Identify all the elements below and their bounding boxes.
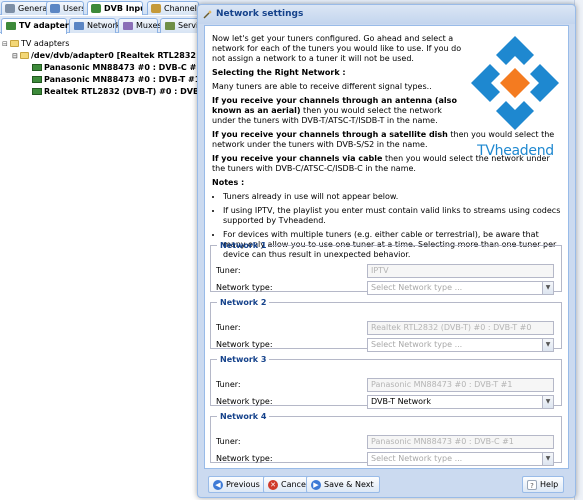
- services-icon: [165, 22, 175, 30]
- network-icon: [74, 22, 84, 30]
- collapse-icon[interactable]: ⊟: [12, 50, 20, 62]
- channel-icon: [151, 4, 161, 13]
- note-item: Tuners already in use will not appear be…: [223, 192, 562, 202]
- tuner-icon: [32, 64, 42, 71]
- tab-services[interactable]: Services: [160, 18, 212, 33]
- tuner-icon: [32, 76, 42, 83]
- save-next-button[interactable]: ▶ Save & Next: [306, 476, 380, 493]
- tab-channel-epg[interactable]: Channel / EPG: [147, 1, 199, 15]
- network-type-select[interactable]: Select Network type ... ▼: [367, 452, 554, 466]
- network-type-select[interactable]: Select Network type ... ▼: [367, 338, 554, 352]
- tuner-label: Tuner:: [216, 437, 241, 446]
- network-type-select[interactable]: DVB-T Network ▼: [367, 395, 554, 409]
- gear-icon: [5, 4, 15, 13]
- collapse-icon[interactable]: ⊟: [2, 38, 10, 50]
- window-title: Network settings: [216, 9, 304, 19]
- chevron-down-icon[interactable]: ▼: [542, 396, 553, 408]
- tab-muxes[interactable]: Muxes: [118, 18, 162, 33]
- folder-icon: [10, 40, 19, 47]
- tree-tuner[interactable]: Panasonic MN88473 #0 : DVB-C #1: [32, 62, 202, 74]
- wizard-button-bar: ◀ Previous ✕ Cancel ▶ Save & Next ? Help: [198, 475, 575, 497]
- help-text: Now let's get your tuners configured. Go…: [212, 34, 562, 264]
- wand-icon: [203, 10, 212, 19]
- network-3-group: Network 3 Tuner: Panasonic MN88473 #0 : …: [210, 355, 562, 409]
- network-1-group: Network 1 Tuner: IPTV Network type: Sele…: [210, 241, 562, 295]
- chevron-down-icon[interactable]: ▼: [542, 282, 553, 294]
- signal-types-text: Many tuners are able to receive differen…: [212, 82, 432, 91]
- help-icon: ?: [527, 480, 537, 490]
- tab-tv-adapters[interactable]: TV adapters: [1, 18, 74, 34]
- network-legend: Network 3: [220, 355, 267, 364]
- tuner-field: Panasonic MN88473 #0 : DVB-T #1: [367, 378, 554, 392]
- chevron-down-icon[interactable]: ▼: [542, 453, 553, 465]
- network-legend: Network 2: [220, 298, 267, 307]
- tab-dvb-inputs[interactable]: DVB Inputs: [87, 1, 143, 15]
- tree-root[interactable]: ⊟ TV adapters: [2, 38, 69, 50]
- wizard-body: TVheadend Now let's get your tuners conf…: [204, 25, 569, 469]
- tab-users[interactable]: Users: [46, 1, 84, 15]
- folder-icon: [20, 52, 29, 59]
- network-legend: Network 4: [220, 412, 267, 421]
- cancel-icon: ✕: [268, 480, 278, 490]
- network-type-label: Network type:: [216, 454, 273, 463]
- adapter-icon: [6, 22, 16, 30]
- tuner-label: Tuner:: [216, 266, 241, 275]
- window-title-bar[interactable]: Network settings: [198, 5, 575, 24]
- previous-button[interactable]: ◀ Previous: [208, 476, 266, 493]
- help-button[interactable]: ? Help: [522, 476, 565, 493]
- users-icon: [50, 4, 60, 13]
- network-legend: Network 1: [220, 241, 267, 250]
- intro-text: Now let's get your tuners configured. Go…: [212, 34, 462, 63]
- arrow-right-icon: ▶: [311, 480, 321, 490]
- tree-tuner[interactable]: Panasonic MN88473 #0 : DVB-T #1: [32, 74, 200, 86]
- network-type-label: Network type:: [216, 283, 273, 292]
- tab-networks[interactable]: Networks: [69, 18, 125, 33]
- note-item: If using IPTV, the playlist you enter mu…: [223, 206, 562, 226]
- network-type-select[interactable]: Select Network type ... ▼: [367, 281, 554, 295]
- network-settings-window: Network settings TVheadend Now let's get…: [197, 4, 576, 498]
- tuner-field: Panasonic MN88473 #0 : DVB-C #1: [367, 435, 554, 449]
- tuner-icon: [32, 88, 42, 95]
- arrow-left-icon: ◀: [213, 480, 223, 490]
- dvb-subtab-bar: TV adapters Networks Muxes Services: [0, 16, 212, 34]
- chevron-down-icon[interactable]: ▼: [542, 339, 553, 351]
- network-2-group: Network 2 Tuner: Realtek RTL2832 (DVB-T)…: [210, 298, 562, 352]
- section-heading: Selecting the Right Network :: [212, 68, 346, 77]
- adapter-tree: ⊟ TV adapters ⊟/dev/dvb/adapter0 [Realtek…: [0, 34, 251, 500]
- tuner-field: IPTV: [367, 264, 554, 278]
- tuner-label: Tuner:: [216, 380, 241, 389]
- tree-tuner[interactable]: Realtek RTL2832 (DVB-T) #0 : DVB-T #0: [32, 86, 222, 98]
- tuner-label: Tuner:: [216, 323, 241, 332]
- antenna-text: If you receive your channels through an …: [212, 96, 457, 125]
- dish-text: If you receive your channels through a s…: [212, 130, 555, 149]
- mux-icon: [123, 22, 133, 30]
- tuner-field: Realtek RTL2832 (DVB-T) #0 : DVB-T #0: [367, 321, 554, 335]
- network-type-label: Network type:: [216, 340, 273, 349]
- tv-card-icon: [91, 4, 101, 13]
- cable-text: If you receive your channels via cable t…: [212, 154, 550, 173]
- network-4-group: Network 4 Tuner: Panasonic MN88473 #0 : …: [210, 412, 562, 466]
- network-type-label: Network type:: [216, 397, 273, 406]
- notes-label: Notes :: [212, 178, 245, 187]
